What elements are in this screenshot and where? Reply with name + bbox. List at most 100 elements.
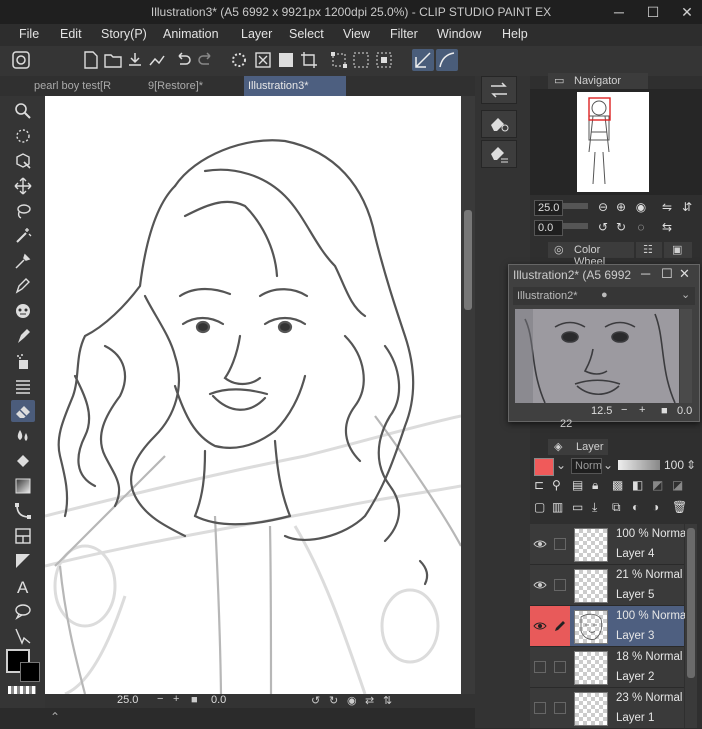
float-angle-value[interactable]: 0.0 xyxy=(677,405,692,417)
move-layer-icon[interactable] xyxy=(11,150,35,172)
delete-layer-icon[interactable]: 🗑︎ xyxy=(672,500,687,514)
layer-edit-toggle[interactable] xyxy=(550,565,570,605)
navigator-zoom-slider[interactable] xyxy=(562,203,588,209)
crop-icon[interactable] xyxy=(298,49,320,71)
canvas-zoom-value[interactable]: 25.0 xyxy=(117,694,138,706)
float-maximize-button[interactable]: ☐ xyxy=(661,266,673,282)
float-zoom-in-icon[interactable]: + xyxy=(639,404,645,416)
new-vector-layer-icon[interactable]: ▥ xyxy=(552,500,563,514)
fill-selection-icon[interactable] xyxy=(275,49,297,71)
navigator-angle-slider[interactable] xyxy=(562,223,588,229)
loading-icon[interactable] xyxy=(228,49,250,71)
zoom-in-icon[interactable]: + xyxy=(173,693,179,705)
color-set-tab[interactable]: ☷ xyxy=(636,242,662,258)
opacity-stepper[interactable]: ⇕ xyxy=(686,458,696,472)
navigator-flip-v-icon[interactable]: ⇵ xyxy=(680,200,694,214)
figure-icon[interactable] xyxy=(11,500,35,522)
layer-mask-icon[interactable]: ◐ xyxy=(632,500,639,514)
new-file-icon[interactable] xyxy=(80,49,102,71)
zoom-icon[interactable] xyxy=(11,100,35,122)
menu-help[interactable]: Help xyxy=(502,27,528,41)
draft-layer-icon[interactable]: ▤ xyxy=(572,478,583,492)
pen-edit-icon[interactable] xyxy=(550,606,570,646)
float-vertical-scrollbar[interactable] xyxy=(680,309,692,403)
apply-mask-icon[interactable]: ◑ xyxy=(652,500,659,514)
magic-wand-icon[interactable] xyxy=(11,225,35,247)
expand-icon[interactable]: ⌃ xyxy=(50,710,60,724)
gradient-icon[interactable] xyxy=(11,475,35,497)
brush-icon[interactable] xyxy=(11,300,35,322)
float-tab-menu-icon[interactable]: ⌄ xyxy=(681,288,690,301)
visibility-toggle[interactable] xyxy=(530,688,550,728)
clip-studio-icon[interactable] xyxy=(10,49,32,71)
fill-icon[interactable] xyxy=(11,450,35,472)
flip-vertical-icon[interactable]: ⇅ xyxy=(383,694,392,707)
navigator-flip-icon[interactable]: ⇆ xyxy=(660,220,674,234)
redo-icon[interactable] xyxy=(195,49,217,71)
navigator-thumbnail[interactable] xyxy=(577,92,649,192)
layer-row-layer-5[interactable]: 21 % Normal Layer 5 xyxy=(530,565,684,606)
decoration-icon[interactable] xyxy=(11,350,35,372)
export-icon[interactable] xyxy=(146,49,168,71)
menu-window[interactable]: Window xyxy=(437,27,481,41)
lasso-icon[interactable] xyxy=(11,200,35,222)
menu-edit[interactable]: Edit xyxy=(60,27,82,41)
new-raster-layer-icon[interactable]: ▢ xyxy=(534,500,545,514)
tab-illustration3[interactable]: Illustration3* xyxy=(244,76,346,96)
canvas-angle-value[interactable]: 0.0 xyxy=(211,694,226,706)
layer-list-scrollbar[interactable] xyxy=(685,524,697,728)
layer-row-layer-1[interactable]: 23 % Normal Layer 1 xyxy=(530,688,684,729)
float-zoom-out-icon[interactable]: − xyxy=(621,404,627,416)
snap-to-ruler-icon[interactable] xyxy=(412,49,434,71)
lock-layer-icon[interactable]: 🔒︎ xyxy=(592,478,598,493)
navigator-rotate-left-icon[interactable]: ↺ xyxy=(596,220,610,234)
float-close-button[interactable]: ✕ xyxy=(679,266,690,282)
minimize-button[interactable]: ─ xyxy=(608,2,630,22)
correct-line-icon[interactable] xyxy=(11,625,35,647)
transform-icon[interactable] xyxy=(328,49,350,71)
layer-color-swatch[interactable] xyxy=(534,458,554,476)
hatching-icon[interactable] xyxy=(11,375,35,397)
clip-layer-icon[interactable]: ⊏ xyxy=(534,478,544,492)
menu-layer[interactable]: Layer xyxy=(241,27,272,41)
reset-rotation-icon[interactable]: ◉ xyxy=(347,694,357,707)
open-file-icon[interactable] xyxy=(102,49,124,71)
text-icon[interactable]: A xyxy=(11,575,35,597)
close-button[interactable]: ✕ xyxy=(676,2,698,22)
visibility-eye-icon[interactable] xyxy=(530,606,550,646)
navigator-zoom-field[interactable]: 25.0 xyxy=(534,200,563,216)
blend-mode-select[interactable]: Norm xyxy=(571,458,602,474)
airbrush-icon[interactable] xyxy=(11,325,35,347)
visibility-eye-icon[interactable] xyxy=(530,524,550,564)
eyedropper-icon[interactable] xyxy=(11,250,35,272)
move-icon[interactable] xyxy=(11,175,35,197)
fit-icon[interactable]: ■ xyxy=(191,694,198,706)
operation-icon[interactable] xyxy=(11,125,35,147)
layer-edit-toggle[interactable] xyxy=(550,524,570,564)
clear-icon[interactable] xyxy=(252,49,274,71)
merge-layer-icon[interactable]: ⧉ xyxy=(612,500,621,515)
navigator-flip-h-icon[interactable]: ⇋ xyxy=(660,200,674,214)
ruler-icon[interactable] xyxy=(11,550,35,572)
blend-icon[interactable] xyxy=(11,425,35,447)
navigator-reset-icon[interactable]: ◌ xyxy=(634,220,648,234)
float-canvas-preview[interactable] xyxy=(515,309,679,403)
color-wheel-tab[interactable]: ◎ Color Wheel xyxy=(548,242,634,268)
menu-story[interactable]: Story(P) xyxy=(101,27,147,41)
navigator-fit-icon[interactable]: ◉ xyxy=(634,200,648,214)
canvas-scroll-thumb[interactable] xyxy=(464,210,472,310)
canvas-vertical-scrollbar[interactable] xyxy=(461,96,475,694)
tab-pearl-boy-test[interactable]: pearl boy test[R xyxy=(30,76,146,96)
layer-row-layer-3[interactable]: 100 % Normal Layer 3 xyxy=(530,606,689,647)
eraser-layer-icon[interactable] xyxy=(481,140,517,168)
new-folder-icon[interactable]: ▭ xyxy=(572,500,583,514)
pen-icon[interactable] xyxy=(11,275,35,297)
balloon-icon[interactable] xyxy=(11,600,35,622)
ruler-layer-icon[interactable]: ◩ xyxy=(652,478,663,492)
rotate-right-icon[interactable]: ↻ xyxy=(329,694,338,707)
undo-icon[interactable] xyxy=(172,49,194,71)
menu-animation[interactable]: Animation xyxy=(163,27,219,41)
layer-row-layer-2[interactable]: 18 % Normal Layer 2 xyxy=(530,647,684,688)
tab-restore[interactable]: 9[Restore]* xyxy=(144,76,246,96)
save-icon[interactable] xyxy=(124,49,146,71)
